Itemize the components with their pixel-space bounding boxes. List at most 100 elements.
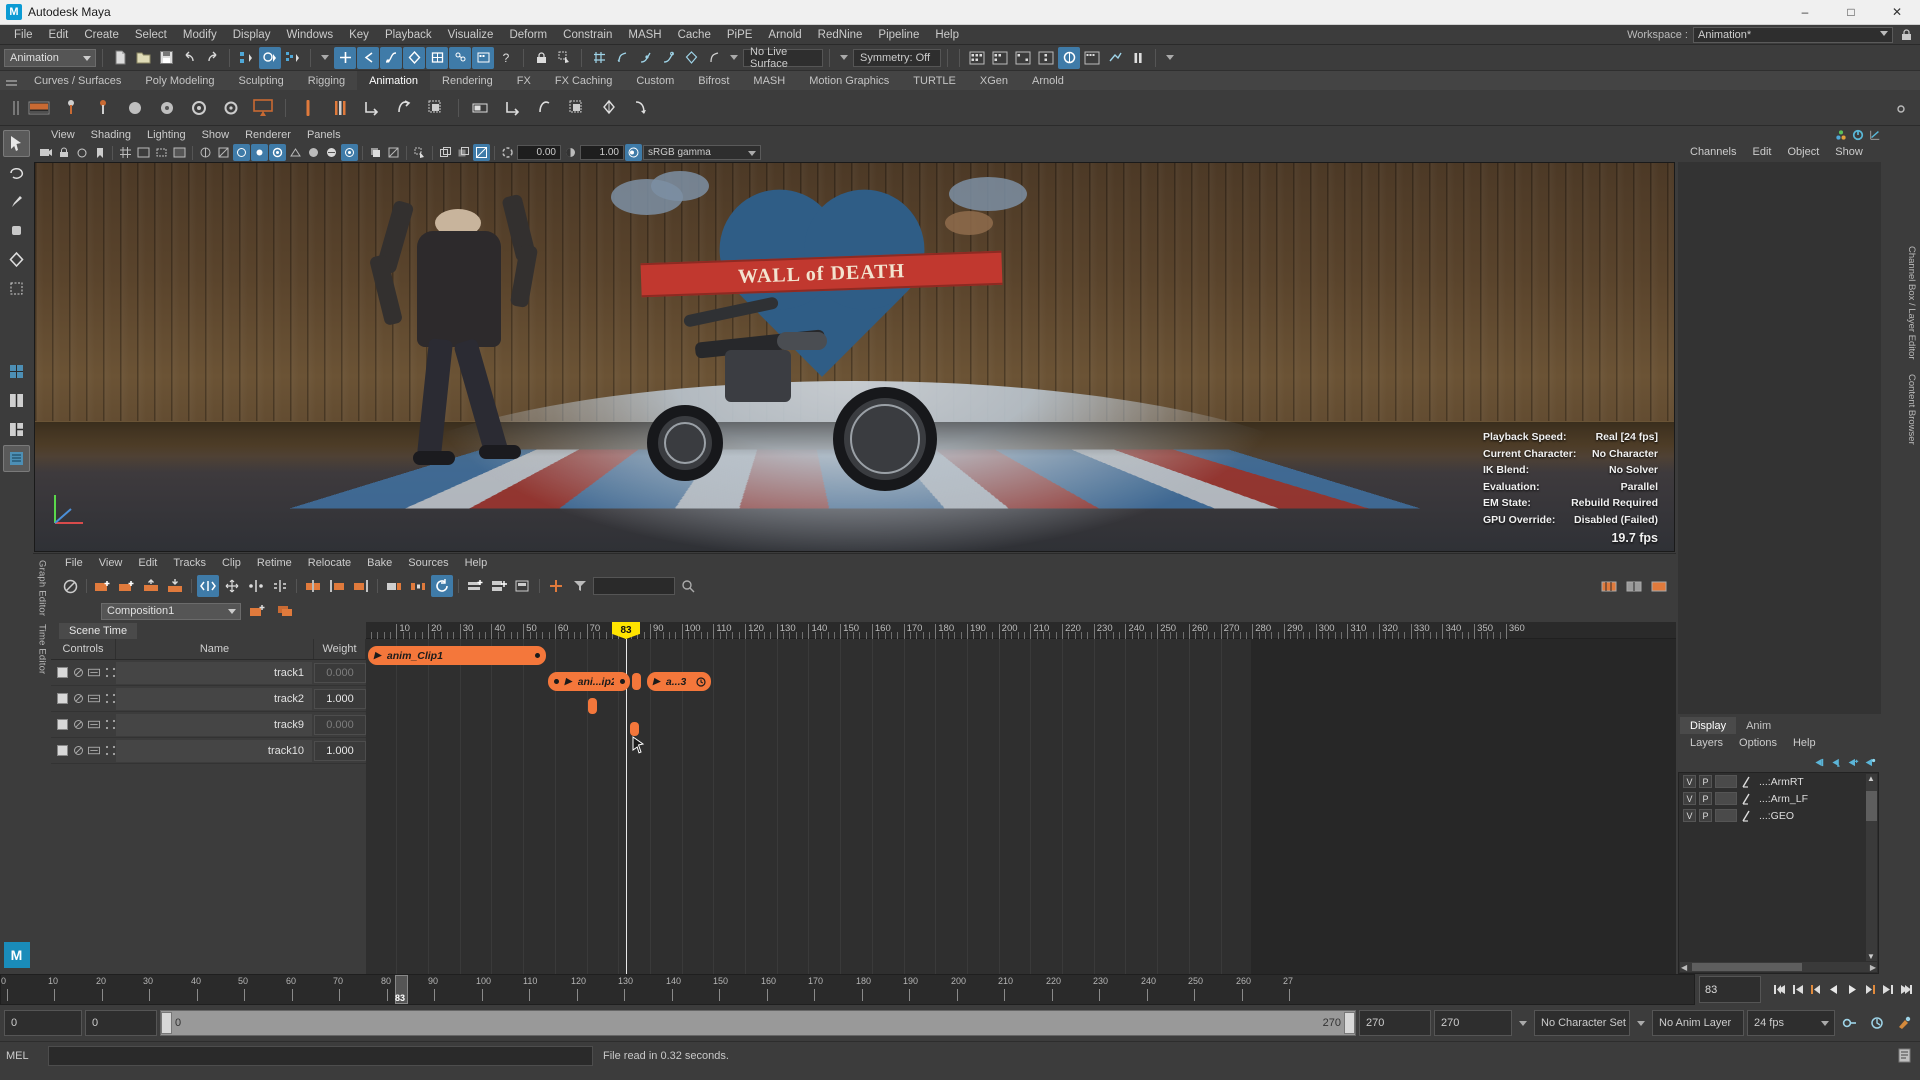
shelf-set-key-button[interactable] xyxy=(56,93,86,123)
live-surface-field[interactable]: No Live Surface xyxy=(743,46,823,70)
save-scene-button[interactable] xyxy=(155,47,177,69)
viewport-aa-icon[interactable] xyxy=(385,144,402,161)
viewport-menu-panels[interactable]: Panels xyxy=(299,128,349,142)
main-menu-playback[interactable]: Playback xyxy=(377,27,440,43)
attribute-editor-icon[interactable] xyxy=(1852,129,1864,141)
shelf-constrain-button[interactable] xyxy=(594,93,624,123)
track-name[interactable]: track2 xyxy=(116,687,312,710)
shelf-playblast-button[interactable] xyxy=(24,93,54,123)
layer-color-swatch[interactable] xyxy=(1715,809,1737,822)
shelf-copy-keys-button[interactable] xyxy=(421,93,451,123)
track-ghost-icon[interactable] xyxy=(104,719,116,731)
clip-handle-dot[interactable] xyxy=(620,679,625,684)
te-trim-right-icon[interactable] xyxy=(350,575,372,597)
viewport-paste-view-icon[interactable] xyxy=(455,144,472,161)
shelf-retime-button[interactable] xyxy=(357,93,387,123)
viewport-smooth-shade-icon[interactable] xyxy=(305,144,322,161)
te-search-options-icon[interactable] xyxy=(677,575,699,597)
animation-preferences-button[interactable] xyxy=(1865,1011,1889,1035)
te-disable-clips-icon[interactable] xyxy=(59,575,81,597)
viewport-exposure-toggle-icon[interactable] xyxy=(473,144,490,161)
snap-projected-center-button[interactable] xyxy=(657,47,679,69)
shelf-next-key-button[interactable] xyxy=(498,93,528,123)
shelf-breakdown-button[interactable] xyxy=(184,93,214,123)
viewport-select-camera-icon[interactable] xyxy=(37,144,54,161)
te-trim-start-icon[interactable] xyxy=(245,575,267,597)
shelf-tab-xgen[interactable]: XGen xyxy=(968,71,1020,90)
layer-visibility-toggle[interactable]: V xyxy=(1683,792,1696,805)
main-menu-modify[interactable]: Modify xyxy=(175,27,225,43)
shelf-tab-rigging[interactable]: Rigging xyxy=(296,71,357,90)
viewport-bookmark-icon[interactable] xyxy=(91,144,108,161)
shelf-playblast2-button[interactable] xyxy=(248,93,278,123)
time-editor-timeline[interactable]: 1020304050607080901001101201301401501601… xyxy=(366,622,1676,974)
anim-start-field[interactable]: 0 xyxy=(4,1010,82,1036)
chevron-down-icon[interactable] xyxy=(730,55,738,60)
select-tool[interactable] xyxy=(3,130,30,157)
move-layer-down-icon[interactable] xyxy=(1830,756,1842,768)
te-split-clip-icon[interactable] xyxy=(302,575,324,597)
layer-menu-layers[interactable]: Layers xyxy=(1682,736,1731,750)
channel-box-menu-show[interactable]: Show xyxy=(1827,145,1871,159)
layer-color-swatch[interactable] xyxy=(1715,775,1737,788)
layer-playback-toggle[interactable]: P xyxy=(1699,775,1712,788)
track-row[interactable]: track9 0.000 xyxy=(51,712,366,738)
new-layer-icon[interactable] xyxy=(1847,756,1859,768)
te-trim-left-icon[interactable] xyxy=(326,575,348,597)
track-row[interactable]: track1 0.000 xyxy=(51,660,366,686)
step-forward-frame-button[interactable] xyxy=(1861,979,1878,1001)
scroll-up-icon[interactable]: ▲ xyxy=(1867,774,1875,783)
shelf-mute-key-button[interactable] xyxy=(216,93,246,123)
track-mute-icon[interactable] xyxy=(72,719,84,731)
layer-menu-options[interactable]: Options xyxy=(1731,736,1785,750)
snap-to-curve2-button[interactable] xyxy=(703,47,725,69)
select-by-deformation-button[interactable] xyxy=(426,46,448,69)
range-start-handle[interactable] xyxy=(161,1012,172,1034)
te-duplicate-composition-icon[interactable] xyxy=(275,600,297,622)
track-ghost-icon[interactable] xyxy=(104,667,116,679)
chevron-down-icon[interactable] xyxy=(840,55,848,60)
shelf-bake-button[interactable] xyxy=(389,93,419,123)
te-import-clip-icon[interactable] xyxy=(140,575,162,597)
three-pane-layout-button[interactable] xyxy=(3,416,30,443)
play-forwards-button[interactable] xyxy=(1843,979,1860,1001)
te-ripple-edit-icon[interactable] xyxy=(197,575,219,597)
main-menu-help[interactable]: Help xyxy=(927,27,967,43)
te-frame-all-icon[interactable] xyxy=(1648,575,1670,597)
move-tool[interactable] xyxy=(3,217,30,244)
time-editor-menu-help[interactable]: Help xyxy=(457,556,496,570)
te-ghost-icon[interactable] xyxy=(1598,575,1620,597)
viewport-lighting-icon[interactable] xyxy=(341,144,358,161)
te-add-group-icon[interactable] xyxy=(488,575,510,597)
track-weight[interactable]: 1.000 xyxy=(314,740,366,761)
time-editor-menu-file[interactable]: File xyxy=(57,556,91,570)
render-sequence-button[interactable] xyxy=(1081,47,1103,69)
redo-button[interactable] xyxy=(201,47,223,69)
main-menu-windows[interactable]: Windows xyxy=(278,27,341,43)
track-solo-icon[interactable] xyxy=(88,745,100,757)
content-browser-tab[interactable]: Content Browser xyxy=(1906,374,1917,445)
graph-editor-tab[interactable]: Graph Editor xyxy=(37,560,48,616)
shelf-tab-fx-caching[interactable]: FX Caching xyxy=(543,71,624,90)
te-add-source-icon[interactable] xyxy=(545,575,567,597)
play-backwards-button[interactable] xyxy=(1825,979,1842,1001)
show-manipulator-icon[interactable] xyxy=(1835,129,1847,141)
track-mute-icon[interactable] xyxy=(72,745,84,757)
main-menu-display[interactable]: Display xyxy=(225,27,279,43)
viewport-exposure-wheel-icon[interactable] xyxy=(499,144,516,161)
clip-anim-clip3[interactable]: ▶ a...3 xyxy=(647,672,711,691)
viewport-wireframe-icon[interactable] xyxy=(287,144,304,161)
shelf-tab-mash[interactable]: MASH xyxy=(741,71,797,90)
channel-box-menu-channels[interactable]: Channels xyxy=(1682,145,1744,159)
main-menu-mash[interactable]: MASH xyxy=(620,27,669,43)
time-editor-menu-tracks[interactable]: Tracks xyxy=(165,556,214,570)
gamma-field[interactable]: 1.00 xyxy=(580,145,624,160)
viewport-character[interactable] xyxy=(357,173,567,473)
exposure-field[interactable]: 0.00 xyxy=(517,145,561,160)
new-scene-button[interactable] xyxy=(109,47,131,69)
auto-key-button[interactable] xyxy=(1838,1011,1862,1035)
current-frame-field[interactable]: 83 xyxy=(1699,976,1761,1003)
menuset-select[interactable]: Animation xyxy=(4,48,96,67)
viewport-grid-icon[interactable] xyxy=(117,144,134,161)
viewport-color-management-icon[interactable] xyxy=(625,144,642,161)
